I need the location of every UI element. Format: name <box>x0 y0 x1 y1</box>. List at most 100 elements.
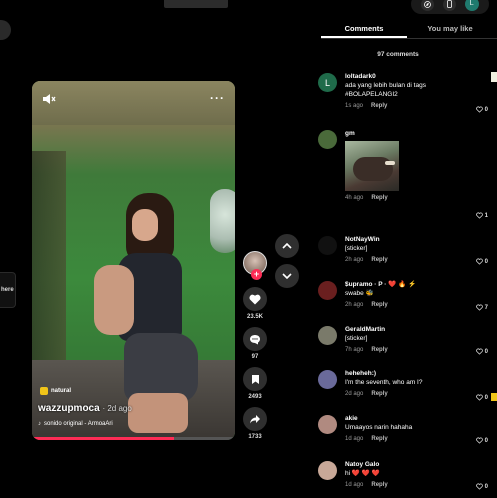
reply-button[interactable]: Reply <box>371 257 387 263</box>
comment-button[interactable] <box>243 327 267 351</box>
comment-like-button[interactable]: 0 <box>468 106 488 113</box>
comment-body: GeraldMartin [sticker] 7h ago Reply <box>345 326 488 354</box>
panel-tabs: Comments You may like <box>321 22 493 38</box>
person-arm <box>94 265 134 335</box>
previous-video-button[interactable] <box>275 234 299 258</box>
reply-button[interactable]: Reply <box>371 436 387 442</box>
person-face <box>132 209 158 241</box>
author-name[interactable]: wazzupmoca <box>38 403 100 414</box>
top-chip[interactable] <box>164 0 228 8</box>
video-music[interactable]: ♪ sonido original - ArmoaAri <box>38 421 113 427</box>
comment-like-button[interactable]: 0 <box>468 394 488 401</box>
edge-strip <box>491 72 497 82</box>
next-video-button[interactable] <box>275 264 299 288</box>
music-title[interactable]: sonido original - ArmoaAri <box>44 421 113 427</box>
save-count: 2493 <box>248 394 262 400</box>
video-author[interactable]: wazzupmoca · 2d ago <box>38 403 132 414</box>
comment-username[interactable]: heheheh:) <box>345 370 488 378</box>
heart-outline-icon <box>475 437 483 444</box>
phone-icon[interactable] <box>442 0 456 11</box>
comment-body: NotNayWin [sticker] 2h ago Reply <box>345 236 488 264</box>
bookmark-icon <box>251 374 259 384</box>
video-person <box>88 193 198 433</box>
more-options-icon[interactable]: ··· <box>210 91 225 105</box>
comment-age: 1s ago <box>345 103 364 109</box>
comment-like-button[interactable]: 1 <box>468 212 488 219</box>
video-progress-bar[interactable] <box>32 437 235 440</box>
comment-age: 4h ago <box>345 195 364 201</box>
comment-count: 97 <box>251 354 259 360</box>
chevron-up-icon <box>282 243 292 249</box>
share-count: 1733 <box>248 434 262 440</box>
save-button[interactable] <box>243 367 267 391</box>
heart-outline-icon <box>475 258 483 265</box>
comment-text: [sticker] <box>345 245 368 252</box>
video-ceiling <box>32 81 235 125</box>
reply-button[interactable]: Reply <box>371 347 387 353</box>
heart-outline-icon <box>475 348 483 355</box>
comment-username[interactable]: NotNayWin <box>345 236 488 244</box>
video-fan <box>210 189 235 253</box>
comment-like-count: 0 <box>484 483 488 490</box>
creator-avatar[interactable]: + <box>243 251 267 280</box>
reply-button[interactable]: Reply <box>371 391 387 397</box>
compass-icon[interactable] <box>421 0 435 11</box>
reply-button[interactable]: Reply <box>371 302 387 308</box>
comment-username[interactable]: $upramo · P · ❤️ 🔥 ⚡ <box>345 281 488 289</box>
comment-sticker-image[interactable] <box>345 141 399 191</box>
comment-body: gm 4h ago Reply <box>345 130 488 202</box>
left-edge-card[interactable]: here <box>0 272 16 308</box>
comment-text: hi ❤️ ❤️ ❤️ <box>345 470 380 477</box>
reply-button[interactable]: Reply <box>371 103 387 109</box>
comment-avatar[interactable] <box>318 415 337 434</box>
music-note-icon: ♪ <box>38 421 41 427</box>
mute-icon[interactable] <box>42 93 56 105</box>
heart-outline-icon <box>475 212 483 219</box>
app-stage: here ··· natural wazzupmoca · 2d ago ♪ s… <box>0 0 497 498</box>
comment-avatar[interactable] <box>318 236 337 255</box>
comment-avatar[interactable] <box>318 370 337 389</box>
comment-avatar[interactable] <box>318 461 337 480</box>
follow-plus-icon[interactable]: + <box>251 269 262 280</box>
tab-comments[interactable]: Comments <box>321 22 407 38</box>
header-actions: L <box>411 0 489 14</box>
comment-age: 2h ago <box>345 257 364 263</box>
comment-text: I'm the seventh, who am I? <box>345 379 423 386</box>
comment-like-count: 0 <box>484 106 488 113</box>
comment-text: Umaayos narin hahaha <box>345 424 413 431</box>
tab-you-may-like[interactable]: You may like <box>407 22 493 38</box>
comment-like-count: 0 <box>484 437 488 444</box>
comment-meta: 1s ago Reply <box>345 102 488 110</box>
left-pill[interactable] <box>0 20 11 40</box>
like-button[interactable] <box>243 287 267 311</box>
comment-username[interactable]: gm <box>345 130 488 138</box>
comment-username[interactable]: Natoy Galo <box>345 461 488 469</box>
comment-avatar[interactable] <box>318 326 337 345</box>
video-doorframe <box>32 151 66 381</box>
comment-avatar[interactable]: L <box>318 73 337 92</box>
video-progress-fill <box>32 437 175 440</box>
share-button[interactable] <box>243 407 267 431</box>
reply-button[interactable]: Reply <box>371 482 387 488</box>
comment-avatar[interactable] <box>318 130 337 149</box>
edge-strip-yellow <box>491 393 497 401</box>
comment-like-button[interactable]: 0 <box>468 437 488 444</box>
reply-button[interactable]: Reply <box>371 195 387 201</box>
comment-meta: 1d ago Reply <box>345 435 488 443</box>
comment-username[interactable]: loltadark0 <box>345 73 488 81</box>
comment-like-count: 0 <box>484 394 488 401</box>
comment-like-count: 0 <box>484 258 488 265</box>
comment-age: 1d ago <box>345 482 364 488</box>
comment-like-button[interactable]: 0 <box>468 348 488 355</box>
left-edge-text: here <box>1 287 14 293</box>
comments-panel: L Comments You may like 97 comments Llol… <box>313 0 497 498</box>
comment-like-button[interactable]: 7 <box>468 304 488 311</box>
profile-avatar[interactable]: L <box>464 0 479 11</box>
comment-avatar[interactable] <box>318 281 337 300</box>
comment-username[interactable]: GeraldMartin <box>345 326 488 334</box>
video-player[interactable]: ··· natural wazzupmoca · 2d ago ♪ sonido… <box>32 81 235 440</box>
comment-like-button[interactable]: 0 <box>468 258 488 265</box>
comment-like-button[interactable]: 0 <box>468 483 488 490</box>
heart-outline-icon <box>475 106 483 113</box>
comment-username[interactable]: akie <box>345 415 488 423</box>
